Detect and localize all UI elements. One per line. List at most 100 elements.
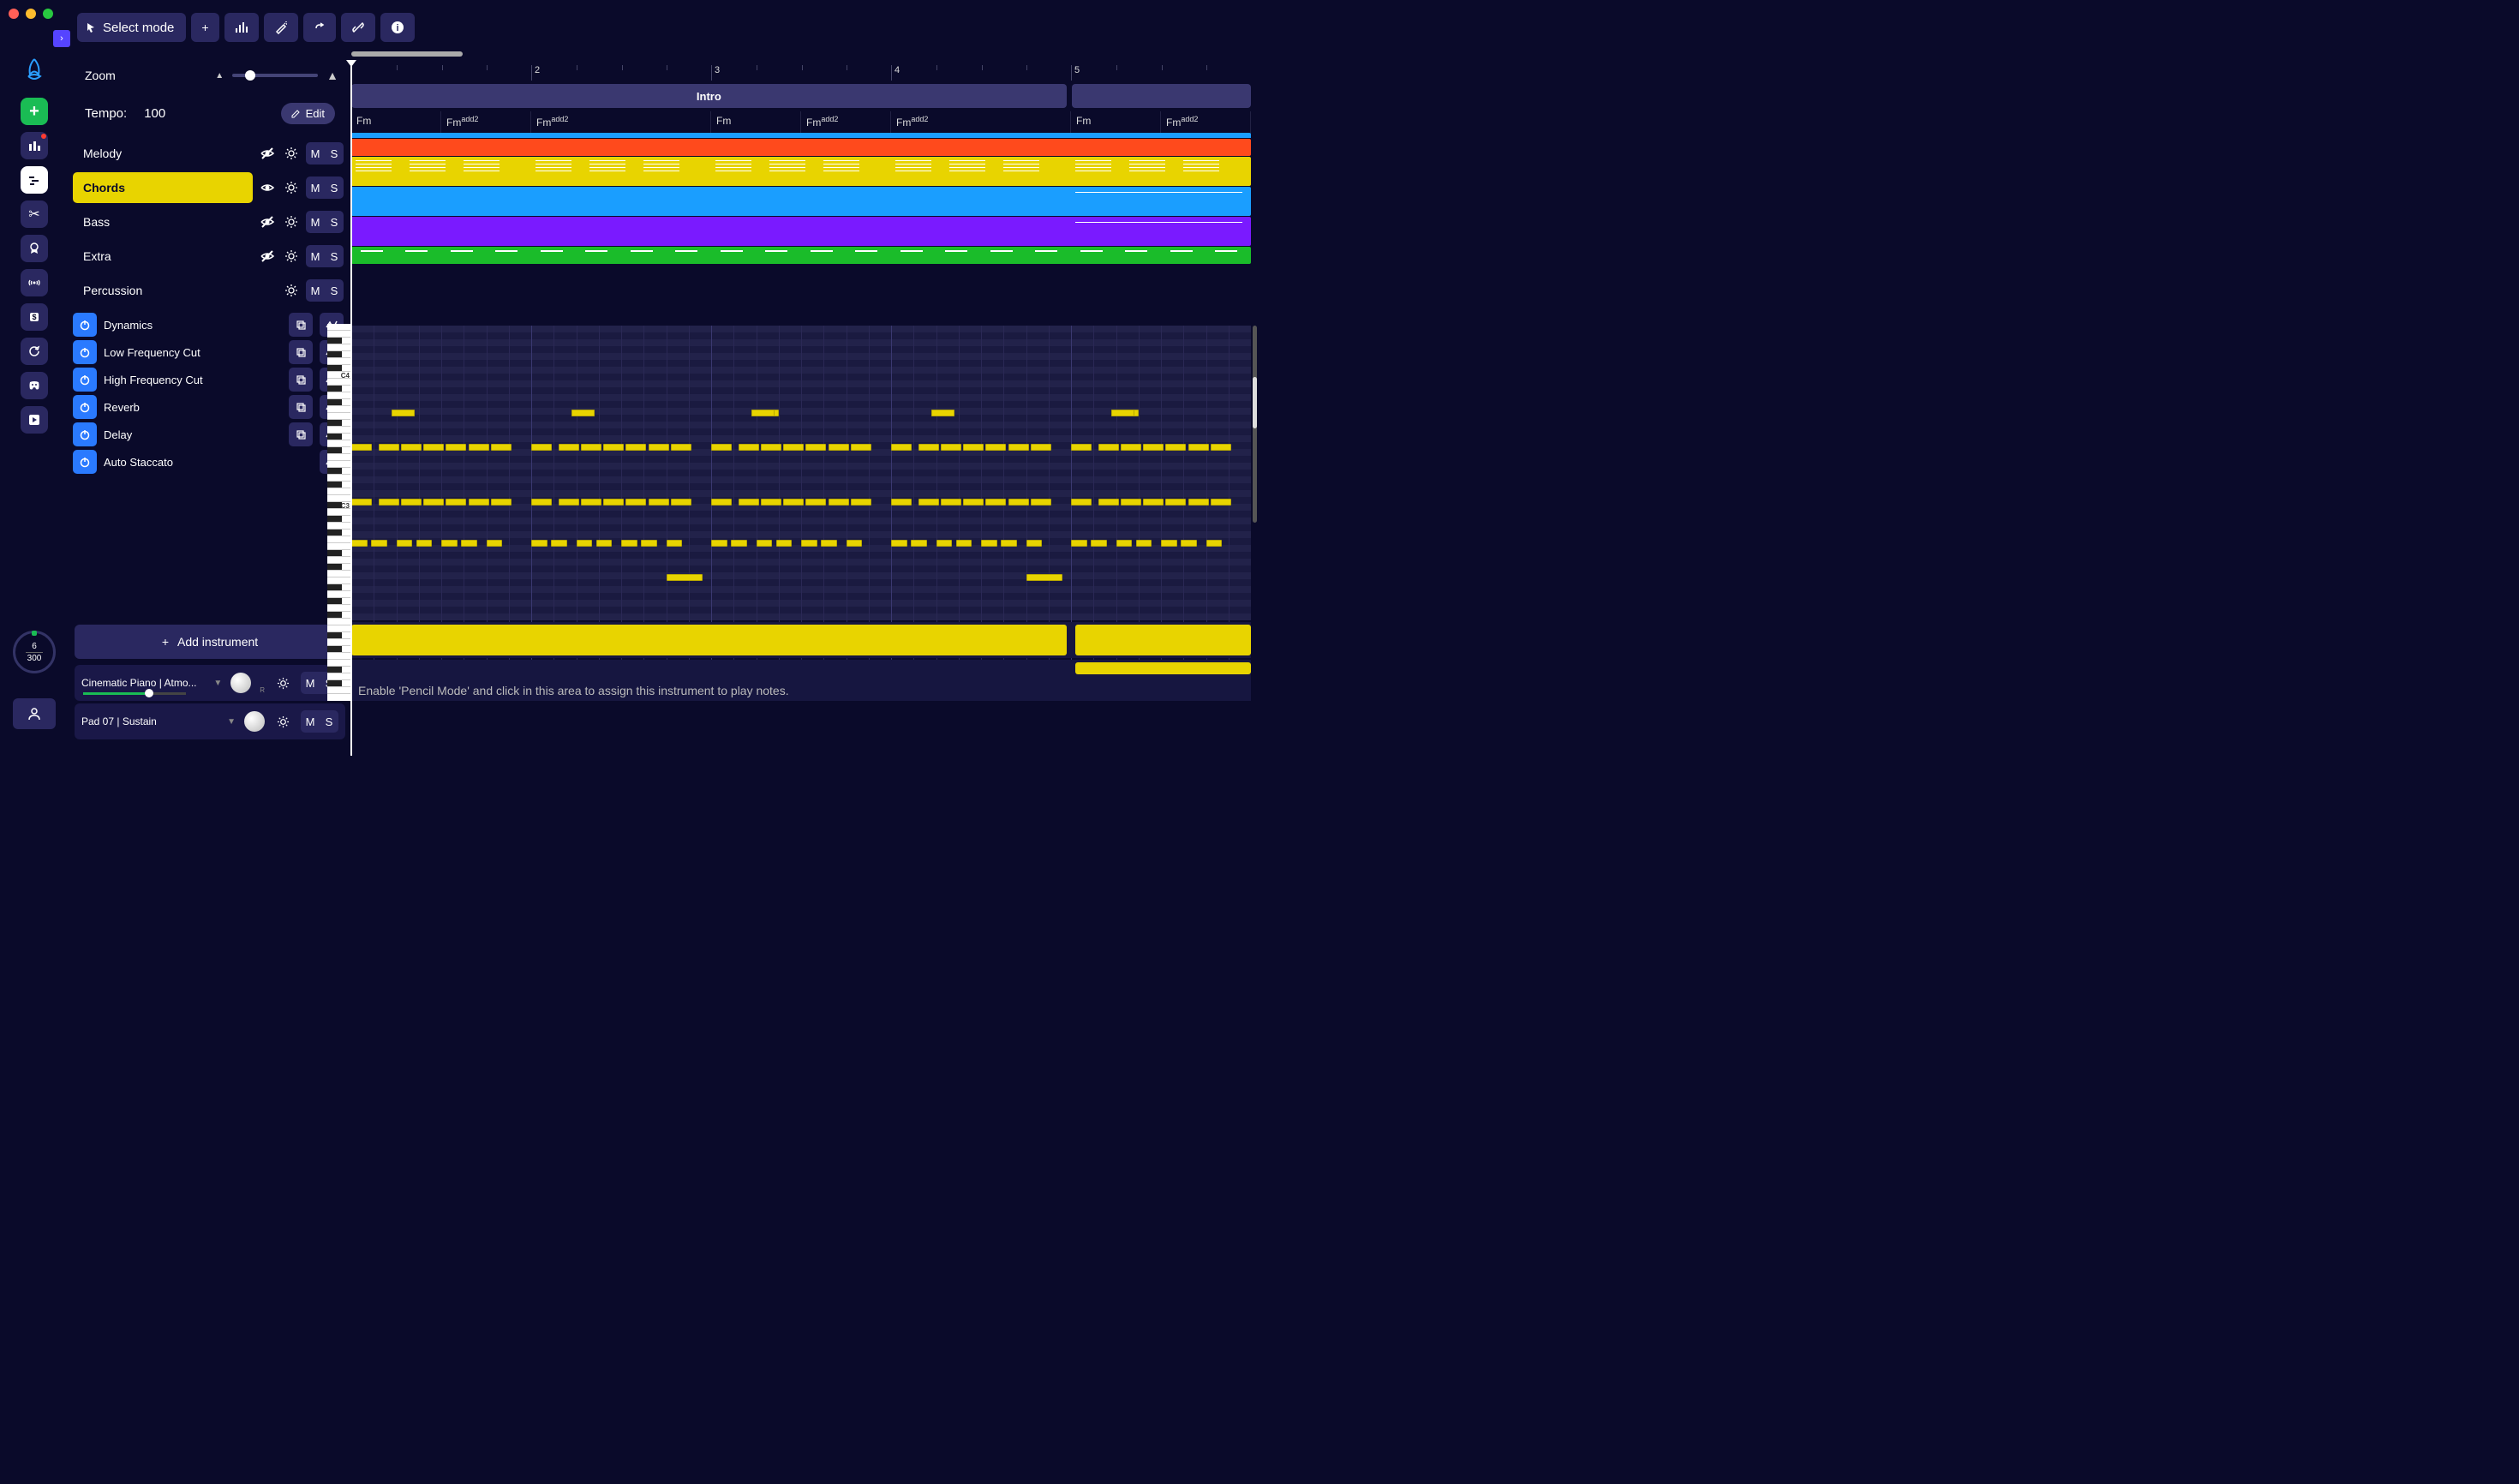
midi-note[interactable] bbox=[941, 444, 961, 451]
midi-note[interactable] bbox=[891, 499, 912, 506]
solo-button[interactable]: S bbox=[325, 177, 344, 199]
midi-note[interactable] bbox=[491, 499, 512, 506]
chord-cell[interactable]: Fmadd2 bbox=[441, 111, 531, 135]
midi-note[interactable] bbox=[805, 444, 826, 451]
midi-note[interactable] bbox=[761, 444, 781, 451]
close-window-button[interactable] bbox=[9, 9, 19, 19]
midi-note[interactable] bbox=[446, 499, 466, 506]
midi-note[interactable] bbox=[761, 499, 781, 506]
midi-note[interactable] bbox=[963, 444, 984, 451]
midi-note[interactable] bbox=[1188, 499, 1209, 506]
midi-note[interactable] bbox=[739, 444, 759, 451]
percussion-lane[interactable] bbox=[351, 247, 1251, 264]
midi-note[interactable] bbox=[1031, 444, 1051, 451]
solo-button[interactable]: S bbox=[325, 245, 344, 267]
track-name[interactable]: Extra bbox=[73, 241, 253, 272]
midi-note[interactable] bbox=[571, 410, 594, 416]
midi-note[interactable] bbox=[441, 540, 458, 547]
settings-icon[interactable] bbox=[273, 712, 292, 731]
midi-note[interactable] bbox=[711, 540, 727, 547]
editor-nav-button[interactable] bbox=[21, 166, 48, 194]
pan-knob[interactable] bbox=[230, 673, 251, 693]
section-next[interactable] bbox=[1072, 84, 1251, 108]
midi-note[interactable] bbox=[851, 499, 871, 506]
redo-tool-button[interactable] bbox=[303, 13, 336, 42]
midi-note[interactable] bbox=[1181, 540, 1197, 547]
link-tool-button[interactable] bbox=[341, 13, 375, 42]
zoom-out-icon[interactable]: ▲ bbox=[215, 71, 224, 81]
bass-lane[interactable] bbox=[351, 187, 1251, 216]
midi-note[interactable] bbox=[351, 540, 368, 547]
pan-knob[interactable] bbox=[244, 711, 265, 732]
midi-note[interactable] bbox=[847, 540, 863, 547]
sustain-lane-2[interactable]: Enable 'Pencil Mode' and click in this a… bbox=[351, 660, 1251, 701]
midi-note[interactable] bbox=[416, 540, 433, 547]
midi-note[interactable] bbox=[625, 444, 646, 451]
piano-keyboard[interactable]: C4C3 bbox=[327, 324, 351, 701]
solo-button[interactable]: S bbox=[320, 710, 338, 733]
midi-note[interactable] bbox=[581, 499, 601, 506]
midi-note[interactable] bbox=[891, 540, 907, 547]
midi-note[interactable] bbox=[649, 499, 669, 506]
midi-note[interactable] bbox=[829, 444, 849, 451]
mute-button[interactable]: M bbox=[306, 211, 325, 233]
midi-note[interactable] bbox=[671, 444, 691, 451]
midi-note[interactable] bbox=[371, 540, 387, 547]
chord-cell[interactable]: Fmadd2 bbox=[801, 111, 891, 135]
instrument-row[interactable]: Pad 07 | Sustain▼MS bbox=[75, 703, 345, 739]
ruler-bar[interactable] bbox=[351, 65, 531, 81]
mute-button[interactable]: M bbox=[301, 672, 320, 694]
chord-cell[interactable]: Fm bbox=[1071, 111, 1161, 135]
midi-note[interactable] bbox=[751, 410, 774, 416]
midi-note[interactable] bbox=[1026, 574, 1062, 581]
zoom-slider[interactable] bbox=[232, 74, 318, 77]
midi-note[interactable] bbox=[667, 540, 683, 547]
midi-note[interactable] bbox=[918, 444, 939, 451]
add-instrument-button[interactable]: + Add instrument bbox=[75, 625, 345, 659]
midi-note[interactable] bbox=[423, 499, 444, 506]
settings-icon[interactable] bbox=[273, 673, 292, 692]
midi-note[interactable] bbox=[559, 499, 579, 506]
ruler-bar[interactable]: 3 bbox=[711, 65, 891, 81]
chord-cell[interactable]: Fm bbox=[711, 111, 801, 135]
instrument-row[interactable]: Cinematic Piano | Atmo...▼RMS bbox=[75, 665, 345, 701]
midi-note[interactable] bbox=[401, 444, 422, 451]
collapse-panel-button[interactable]: › bbox=[53, 30, 70, 47]
account-button[interactable] bbox=[13, 698, 56, 729]
fx-copy-button[interactable] bbox=[289, 368, 313, 392]
refresh-nav-button[interactable] bbox=[21, 338, 48, 365]
midi-note[interactable] bbox=[667, 574, 703, 581]
midi-note[interactable] bbox=[1071, 444, 1092, 451]
midi-note[interactable] bbox=[621, 540, 637, 547]
settings-icon[interactable] bbox=[282, 247, 301, 266]
midi-note[interactable] bbox=[1161, 540, 1177, 547]
track-name[interactable]: Chords bbox=[73, 172, 253, 203]
midi-note[interactable] bbox=[711, 499, 732, 506]
discord-nav-button[interactable] bbox=[21, 372, 48, 399]
midi-note[interactable] bbox=[641, 540, 657, 547]
solo-button[interactable]: S bbox=[325, 211, 344, 233]
midi-note[interactable] bbox=[985, 444, 1006, 451]
midi-note[interactable] bbox=[936, 540, 953, 547]
volume-slider[interactable] bbox=[83, 692, 186, 699]
fx-copy-button[interactable] bbox=[289, 340, 313, 364]
chords-lane[interactable] bbox=[351, 157, 1251, 186]
midi-note[interactable] bbox=[625, 499, 646, 506]
mute-button[interactable]: M bbox=[301, 710, 320, 733]
midi-note[interactable] bbox=[739, 499, 759, 506]
midi-note[interactable] bbox=[1136, 540, 1152, 547]
midi-note[interactable] bbox=[401, 499, 422, 506]
fx-copy-button[interactable] bbox=[289, 422, 313, 446]
midi-note[interactable] bbox=[461, 540, 477, 547]
minimize-window-button[interactable] bbox=[26, 9, 36, 19]
fx-copy-button[interactable] bbox=[289, 313, 313, 337]
playhead[interactable] bbox=[350, 65, 352, 756]
mute-button[interactable]: M bbox=[306, 142, 325, 165]
edit-tempo-button[interactable]: Edit bbox=[281, 103, 335, 124]
midi-note[interactable] bbox=[1098, 499, 1119, 506]
fx-power-button[interactable] bbox=[73, 340, 97, 364]
midi-note[interactable] bbox=[392, 410, 414, 416]
play-nav-button[interactable] bbox=[21, 406, 48, 434]
midi-note[interactable] bbox=[1091, 540, 1107, 547]
midi-note[interactable] bbox=[671, 499, 691, 506]
